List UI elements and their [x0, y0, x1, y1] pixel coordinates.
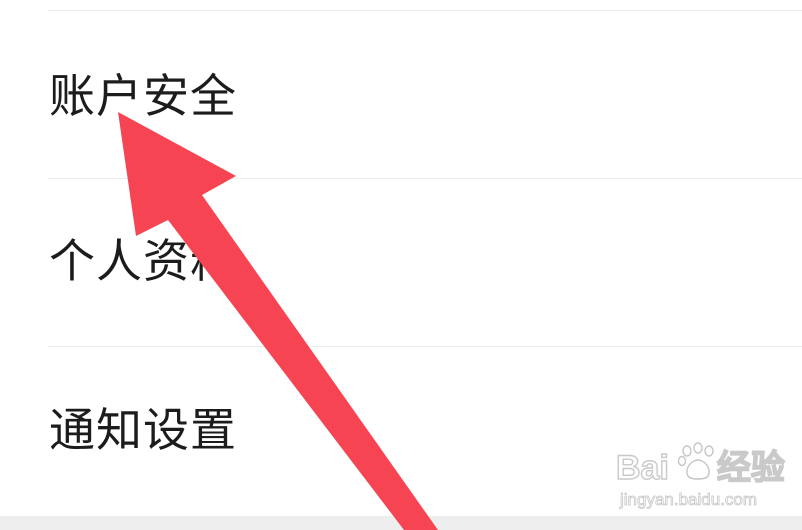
menu-item-label: 个人资料	[49, 234, 237, 288]
watermark-url: jingyan.baidu.com	[620, 490, 758, 510]
baidu-paw-icon	[677, 442, 714, 480]
baidu-jingyan-watermark: Bai 经验 jingyan.baidu.com	[612, 440, 786, 520]
menu-item-account-security[interactable]: 账户安全	[0, 11, 802, 179]
settings-list: 账户安全 个人资料 通知设置	[0, 0, 802, 516]
menu-item-label: 账户安全	[49, 69, 237, 123]
menu-item-label: 通知设置	[49, 403, 237, 457]
menu-item-personal-info[interactable]: 个人资料	[0, 179, 802, 347]
